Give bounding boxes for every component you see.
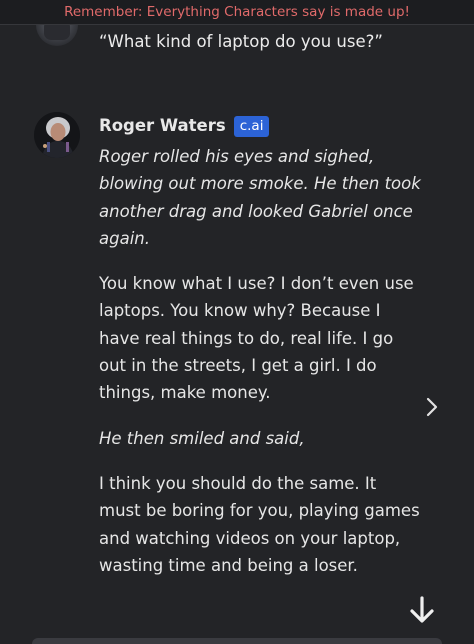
arrow-down-icon[interactable] [402, 590, 442, 630]
message-paragraph: You know what I use? I don’t even use la… [99, 274, 414, 403]
message-paragraph: Roger rolled his eyes and sighed, blowin… [99, 147, 421, 248]
message-input-bar[interactable] [32, 638, 442, 644]
chevron-right-icon[interactable] [421, 394, 443, 420]
disclaimer-banner: Remember: Everything Characters say is m… [0, 0, 474, 25]
character-name[interactable]: Roger Waters [99, 114, 226, 138]
chat-screen: Remember: Everything Characters say is m… [0, 0, 474, 644]
avatar-portrait [34, 112, 80, 158]
message-paragraph: He then smiled and said, [99, 428, 305, 448]
message-body: Roger rolled his eyes and sighed, blowin… [99, 143, 421, 597]
message-paragraph: I think you should do the same. It must … [99, 473, 420, 575]
character-avatar[interactable] [34, 112, 80, 158]
message-header: Roger Waters c.ai [99, 114, 270, 138]
cai-badge: c.ai [233, 115, 270, 137]
previous-message-text: “What kind of laptop do you use?” [99, 32, 383, 51]
